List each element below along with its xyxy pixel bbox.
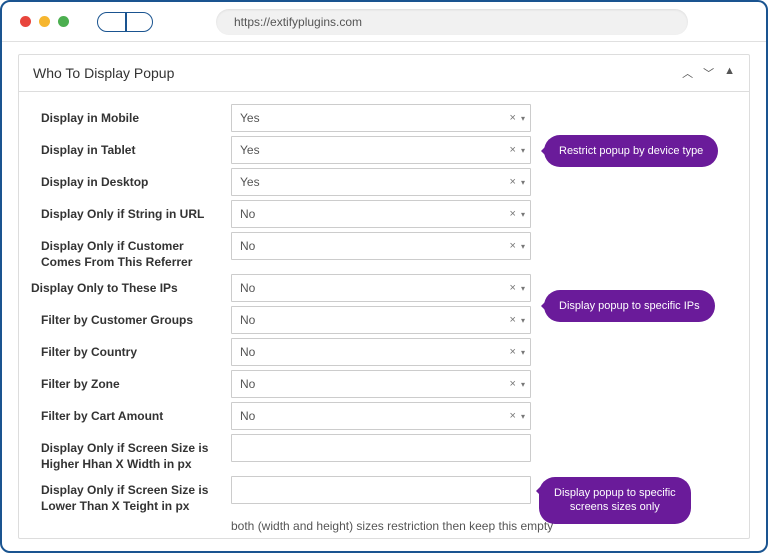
label-display-mobile: Display in Mobile: [41, 104, 231, 127]
close-window-button[interactable]: [20, 16, 31, 27]
clear-icon[interactable]: ×: [510, 410, 516, 422]
clear-icon[interactable]: ×: [510, 314, 516, 326]
select-value: Yes: [240, 111, 260, 125]
select-cart[interactable]: No × ▾: [231, 402, 531, 430]
clear-icon[interactable]: ×: [510, 282, 516, 294]
callout-device: Restrict popup by device type: [544, 135, 718, 167]
select-zone[interactable]: No × ▾: [231, 370, 531, 398]
dropdown-caret-icon[interactable]: ▾: [521, 284, 524, 293]
clear-icon[interactable]: ×: [510, 112, 516, 124]
move-up-icon[interactable]: ︿: [682, 65, 693, 81]
maximize-window-button[interactable]: [58, 16, 69, 27]
select-value: Yes: [240, 175, 260, 189]
select-groups[interactable]: No × ▾: [231, 306, 531, 334]
select-display-tablet[interactable]: Yes × ▾: [231, 136, 531, 164]
clear-icon[interactable]: ×: [510, 378, 516, 390]
label-string-url: Display Only if String in URL: [41, 200, 231, 223]
panel-header: Who To Display Popup ︿ ﹀ ▲: [19, 55, 749, 92]
content-area: Who To Display Popup ︿ ﹀ ▲ Display in Mo…: [2, 42, 766, 551]
nav-pill-icon: [97, 12, 153, 32]
select-country[interactable]: No × ▾: [231, 338, 531, 366]
dropdown-caret-icon[interactable]: ▾: [521, 114, 524, 123]
select-display-mobile[interactable]: Yes × ▾: [231, 104, 531, 132]
panel-title: Who To Display Popup: [33, 65, 174, 81]
dropdown-caret-icon[interactable]: ▾: [521, 348, 524, 357]
clear-icon[interactable]: ×: [510, 144, 516, 156]
label-display-tablet: Display in Tablet: [41, 136, 231, 159]
input-screen-lower[interactable]: [231, 476, 531, 504]
address-bar[interactable]: https://extifyplugins.com: [216, 9, 688, 35]
label-referrer: Display Only if Customer Comes From This…: [41, 232, 231, 270]
label-zone: Filter by Zone: [41, 370, 231, 393]
dropdown-caret-icon[interactable]: ▾: [521, 210, 524, 219]
url-text: https://extifyplugins.com: [234, 15, 362, 29]
dropdown-caret-icon[interactable]: ▾: [521, 380, 524, 389]
collapse-icon[interactable]: ▲: [724, 65, 735, 81]
select-string-url[interactable]: No × ▾: [231, 200, 531, 228]
browser-window: https://extifyplugins.com Who To Display…: [0, 0, 768, 553]
panel-body: Display in Mobile Yes × ▾ Display in Tabl…: [19, 92, 749, 538]
select-value: No: [240, 207, 255, 221]
select-value: No: [240, 345, 255, 359]
clear-icon[interactable]: ×: [510, 176, 516, 188]
select-value: No: [240, 239, 255, 253]
label-screen-higher: Display Only if Screen Size is Higher Hh…: [41, 434, 231, 472]
callout-screen: Display popup to specific screens sizes …: [539, 477, 691, 524]
settings-panel: Who To Display Popup ︿ ﹀ ▲ Display in Mo…: [18, 54, 750, 539]
label-cart: Filter by Cart Amount: [41, 402, 231, 425]
dropdown-caret-icon[interactable]: ▾: [521, 412, 524, 421]
select-referrer[interactable]: No × ▾: [231, 232, 531, 260]
label-display-desktop: Display in Desktop: [41, 168, 231, 191]
label-country: Filter by Country: [41, 338, 231, 361]
browser-toolbar: https://extifyplugins.com: [2, 2, 766, 42]
label-screen-lower: Display Only if Screen Size is Lower Tha…: [41, 476, 231, 514]
move-down-icon[interactable]: ﹀: [703, 65, 714, 81]
dropdown-caret-icon[interactable]: ▾: [521, 242, 524, 251]
select-display-desktop[interactable]: Yes × ▾: [231, 168, 531, 196]
clear-icon[interactable]: ×: [510, 346, 516, 358]
select-value: Yes: [240, 143, 260, 157]
callout-ips: Display popup to specific IPs: [544, 290, 715, 322]
select-value: No: [240, 313, 255, 327]
clear-icon[interactable]: ×: [510, 208, 516, 220]
label-ips: Display Only to These IPs: [31, 274, 231, 297]
select-value: No: [240, 281, 255, 295]
dropdown-caret-icon[interactable]: ▾: [521, 316, 524, 325]
select-value: No: [240, 377, 255, 391]
select-ips[interactable]: No × ▾: [231, 274, 531, 302]
clear-icon[interactable]: ×: [510, 240, 516, 252]
label-groups: Filter by Customer Groups: [41, 306, 231, 329]
minimize-window-button[interactable]: [39, 16, 50, 27]
select-value: No: [240, 409, 255, 423]
dropdown-caret-icon[interactable]: ▾: [521, 146, 524, 155]
input-screen-higher[interactable]: [231, 434, 531, 462]
dropdown-caret-icon[interactable]: ▾: [521, 178, 524, 187]
